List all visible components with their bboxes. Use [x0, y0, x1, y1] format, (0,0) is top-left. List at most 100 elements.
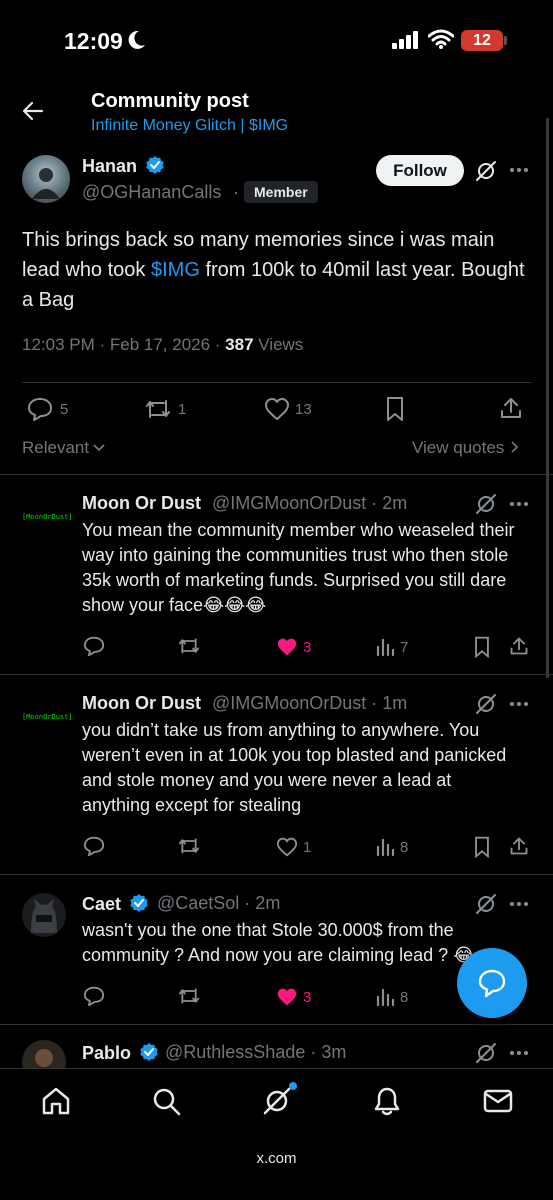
signal-icon	[392, 31, 418, 49]
home-icon[interactable]	[41, 1086, 71, 1116]
more-options-icon[interactable]	[509, 1050, 529, 1056]
view-quotes-label: View quotes	[412, 438, 505, 457]
grok-icon[interactable]	[262, 1086, 292, 1116]
bookmark-icon[interactable]	[385, 396, 405, 422]
grok-icon[interactable]	[474, 1041, 498, 1065]
battery-icon: 12	[461, 30, 503, 51]
divider	[22, 382, 532, 383]
reply-author-name[interactable]: Moon Or Dust	[82, 493, 201, 514]
grok-icon[interactable]	[474, 159, 498, 183]
views-icon[interactable]	[375, 637, 395, 657]
grok-icon[interactable]	[474, 492, 498, 516]
share-icon[interactable]	[499, 396, 523, 420]
like-count: 3	[303, 639, 312, 656]
avatar[interactable]: [MoonOrDust]	[22, 695, 73, 739]
post-timestamp: 12:03 PM · Feb 17, 2026 ·	[22, 335, 226, 354]
reply-author-line: Pablo	[82, 1042, 159, 1064]
verified-badge-icon	[146, 156, 165, 174]
avatar[interactable]	[22, 893, 66, 937]
messages-envelope-icon[interactable]	[483, 1088, 513, 1114]
status-time: 12:09	[64, 28, 123, 54]
like-icon[interactable]	[276, 837, 298, 857]
views-label: Views	[253, 335, 304, 354]
reply-icon[interactable]	[83, 636, 105, 656]
grok-icon[interactable]	[474, 692, 498, 716]
moon-icon	[128, 30, 145, 49]
chevron-down-icon	[93, 444, 105, 452]
author-handle[interactable]: @OGHananCalls	[82, 182, 221, 203]
liked-heart-icon[interactable]	[276, 987, 298, 1007]
avatar[interactable]: [MoonOrDust]	[22, 495, 73, 539]
sort-dropdown[interactable]: Relevant	[22, 438, 106, 458]
wifi-icon	[428, 29, 454, 49]
reply-icon[interactable]	[83, 836, 105, 856]
avatar[interactable]	[22, 155, 70, 203]
reply-text: you didn’t take us from anything to anyw…	[82, 720, 507, 815]
like-count: 13	[295, 401, 312, 418]
notification-dot	[289, 1082, 297, 1090]
community-link[interactable]: Infinite Money Glitch | $IMG	[91, 117, 288, 135]
reply-author-name[interactable]: Moon Or Dust	[82, 693, 201, 714]
reply-author-name[interactable]: Caet	[82, 894, 121, 914]
chevron-right-icon	[511, 441, 519, 453]
more-options-icon[interactable]	[509, 167, 529, 173]
more-options-icon[interactable]	[509, 901, 529, 907]
notifications-bell-icon[interactable]	[372, 1086, 402, 1116]
liked-heart-icon[interactable]	[276, 637, 298, 657]
share-icon[interactable]	[509, 636, 529, 656]
scrollbar[interactable]	[546, 118, 549, 678]
reply-author-handle[interactable]: @IMGMoonOrDust · 1m	[212, 693, 407, 714]
bookmark-icon[interactable]	[473, 636, 491, 658]
views-icon[interactable]	[375, 987, 395, 1007]
more-options-icon[interactable]	[509, 701, 529, 707]
reply-icon[interactable]	[83, 986, 105, 1006]
battery-nub	[504, 36, 507, 45]
page-title: Community post	[91, 90, 249, 112]
reply-text: You mean the community member who weasel…	[82, 520, 515, 615]
reply-author-line: Caet	[82, 893, 149, 915]
post-text: This brings back so many memories since …	[22, 225, 532, 315]
divider	[0, 674, 553, 675]
views-count: 7	[400, 639, 409, 656]
repost-icon[interactable]	[177, 836, 201, 856]
author-name[interactable]: Hanan	[82, 156, 137, 176]
like-count: 1	[303, 839, 312, 856]
view-quotes-link[interactable]: View quotes	[412, 438, 520, 458]
chat-bubble-icon	[478, 969, 506, 998]
reply-text: wasn't you the one that Stole 30.000$ fr…	[82, 920, 475, 965]
divider	[0, 474, 553, 475]
views-count: 387	[225, 335, 254, 354]
more-options-icon[interactable]	[509, 501, 529, 507]
compose-reply-button[interactable]	[457, 948, 527, 1018]
like-icon[interactable]	[264, 397, 290, 421]
repost-icon[interactable]	[177, 986, 201, 1006]
back-arrow-icon[interactable]	[22, 100, 44, 122]
member-badge: Member	[244, 181, 318, 203]
grok-icon[interactable]	[474, 892, 498, 916]
post-meta: 12:03 PM · Feb 17, 2026 · 387 Views	[22, 335, 303, 355]
divider	[0, 1024, 553, 1025]
follow-button[interactable]: Follow	[376, 155, 464, 186]
reply-author-handle[interactable]: @IMGMoonOrDust · 2m	[212, 493, 407, 514]
bookmark-icon[interactable]	[473, 836, 491, 858]
search-icon[interactable]	[151, 1086, 181, 1116]
post-author-line: Hanan	[82, 155, 165, 177]
verified-badge-icon	[140, 1043, 159, 1061]
cashtag-link[interactable]: $IMG	[151, 259, 200, 281]
reply-count: 5	[60, 401, 69, 418]
repost-icon[interactable]	[144, 397, 172, 421]
repost-icon[interactable]	[177, 636, 201, 656]
status-bar: 12:09 12	[0, 0, 553, 84]
divider	[0, 874, 553, 875]
views-count: 8	[400, 989, 409, 1006]
views-icon[interactable]	[375, 837, 395, 857]
handle-separator: ·	[233, 182, 239, 202]
browser-domain: x.com	[256, 1150, 297, 1167]
reply-author-handle[interactable]: @RuthlessShade · 3m	[165, 1042, 346, 1063]
reply-author-handle[interactable]: @CaetSol · 2m	[157, 893, 280, 914]
reply-icon[interactable]	[27, 397, 53, 421]
share-icon[interactable]	[509, 836, 529, 856]
sort-label: Relevant	[22, 438, 90, 457]
views-count: 8	[400, 839, 409, 856]
reply-author-name[interactable]: Pablo	[82, 1043, 131, 1063]
